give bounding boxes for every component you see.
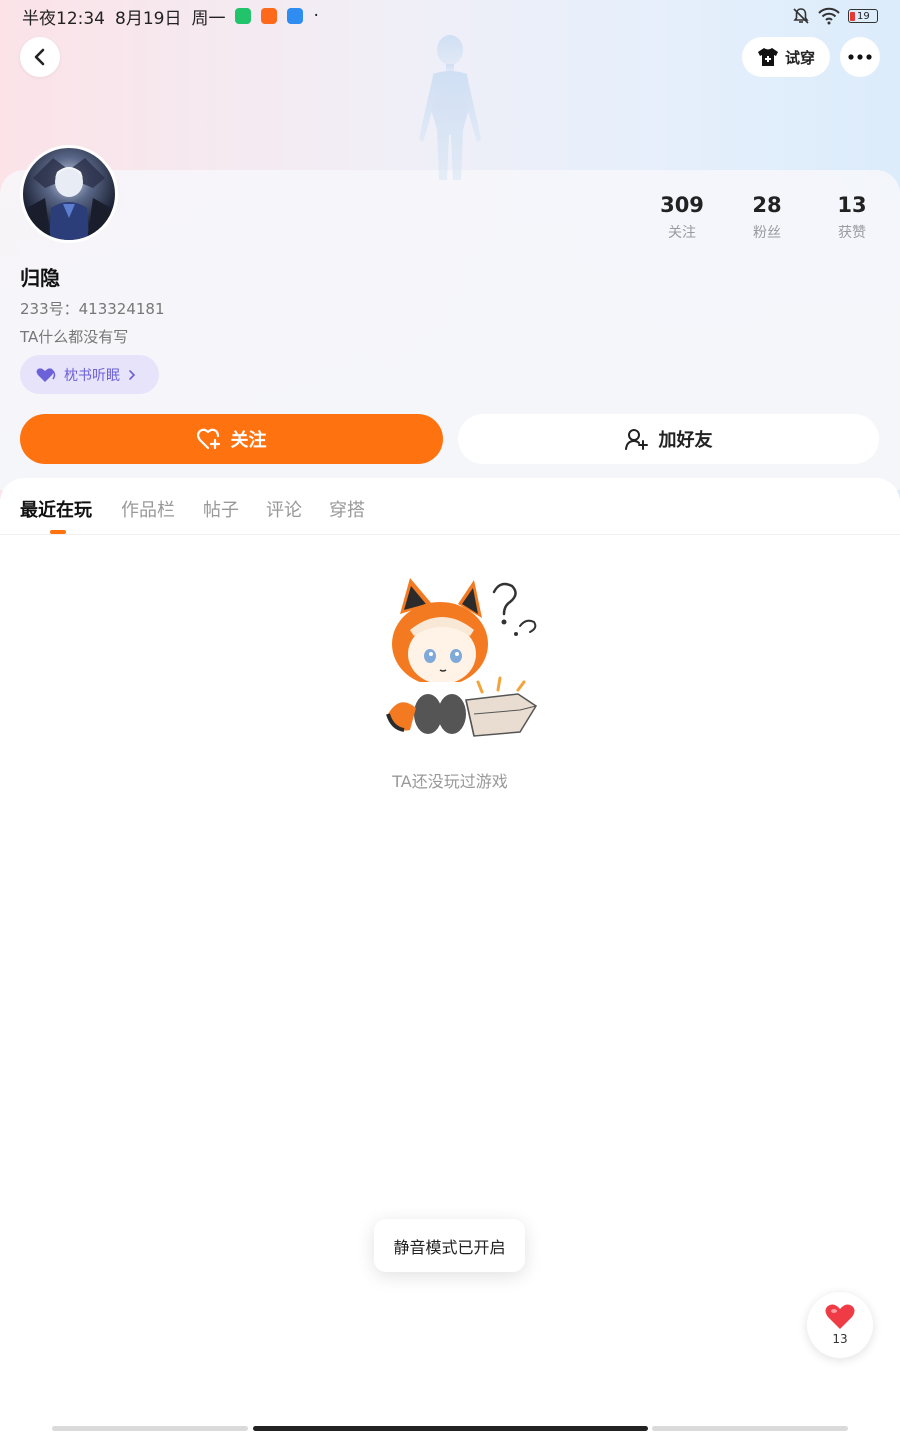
stat-label: 粉丝	[753, 225, 781, 241]
stat-label: 获赞	[838, 225, 866, 241]
profile-badge[interactable]: 枕书听眠	[20, 355, 159, 394]
add-friend-button[interactable]: 加好友	[458, 414, 879, 464]
status-date: 8月19日	[115, 8, 182, 29]
content-tabs: 最近在玩 作品栏 帖子 评论 穿搭	[0, 478, 900, 535]
empty-state-illustration	[386, 578, 538, 737]
avatar[interactable]	[20, 145, 118, 243]
avatar-mannequin-figure	[419, 35, 481, 180]
battery-level: 19	[857, 10, 870, 22]
stat-following[interactable]: 309 关注	[640, 193, 724, 242]
app-notification-icon	[287, 8, 304, 24]
home-indicator-segment	[52, 1426, 248, 1431]
heart-icon	[825, 1304, 855, 1329]
stat-label: 关注	[668, 225, 696, 241]
like-float-button[interactable]: 13	[807, 1292, 873, 1358]
stat-followers[interactable]: 28 粉丝	[725, 193, 809, 242]
tab-outfits[interactable]: 穿搭	[329, 496, 365, 522]
wifi-icon	[818, 7, 840, 25]
more-options-button[interactable]	[840, 37, 880, 77]
app-notification-icon	[235, 8, 252, 24]
back-button[interactable]	[20, 37, 60, 77]
home-indicator[interactable]	[253, 1426, 648, 1431]
status-bar: 半夜12:34 8月19日 周一 · 19	[0, 0, 900, 32]
follow-label: 关注	[230, 430, 267, 451]
status-more-dot: ·	[313, 6, 319, 26]
tab-works[interactable]: 作品栏	[121, 496, 175, 522]
empty-state-text: TA还没玩过游戏	[392, 772, 508, 791]
like-count: 13	[832, 1332, 848, 1346]
add-friend-label: 加好友	[658, 430, 713, 451]
profile-nickname: 归隐	[20, 266, 60, 290]
status-weekday: 周一	[191, 8, 226, 29]
tab-posts[interactable]: 帖子	[203, 496, 239, 522]
add-user-icon	[624, 429, 648, 450]
toast-message: 静音模式已开启	[374, 1219, 525, 1272]
try-on-label: 试穿	[784, 48, 815, 67]
home-indicator-segment	[652, 1426, 848, 1431]
profile-bio: TA什么都没有写	[20, 328, 129, 346]
tab-comments[interactable]: 评论	[266, 496, 302, 522]
ellipsis-icon	[848, 54, 872, 60]
chevron-right-icon	[129, 369, 136, 380]
profile-uid: 233号：413324181	[20, 300, 165, 318]
tab-active-indicator	[50, 530, 66, 534]
stat-likes[interactable]: 13 获赞	[810, 193, 894, 242]
avatar-image	[27, 158, 111, 240]
stat-value: 28	[752, 193, 782, 217]
follow-button[interactable]: 关注	[20, 414, 443, 464]
profile-stats: 309 关注 28 粉丝 13 获赞	[640, 193, 890, 253]
mute-bell-icon	[793, 8, 809, 24]
toast-text: 静音模式已开启	[393, 1237, 506, 1257]
tab-recently-played[interactable]: 最近在玩	[20, 496, 92, 522]
status-time: 半夜12:34	[22, 8, 105, 29]
stat-value: 309	[660, 193, 704, 217]
heart-plus-icon	[196, 428, 220, 450]
try-on-button[interactable]: 试穿	[742, 37, 830, 77]
battery-icon: 19	[848, 9, 878, 23]
heart-icon	[36, 367, 56, 382]
stat-value: 13	[837, 193, 867, 217]
tshirt-icon	[757, 48, 778, 66]
chevron-left-icon	[34, 48, 45, 66]
badge-label: 枕书听眠	[64, 367, 120, 384]
app-notification-icon	[261, 8, 278, 24]
